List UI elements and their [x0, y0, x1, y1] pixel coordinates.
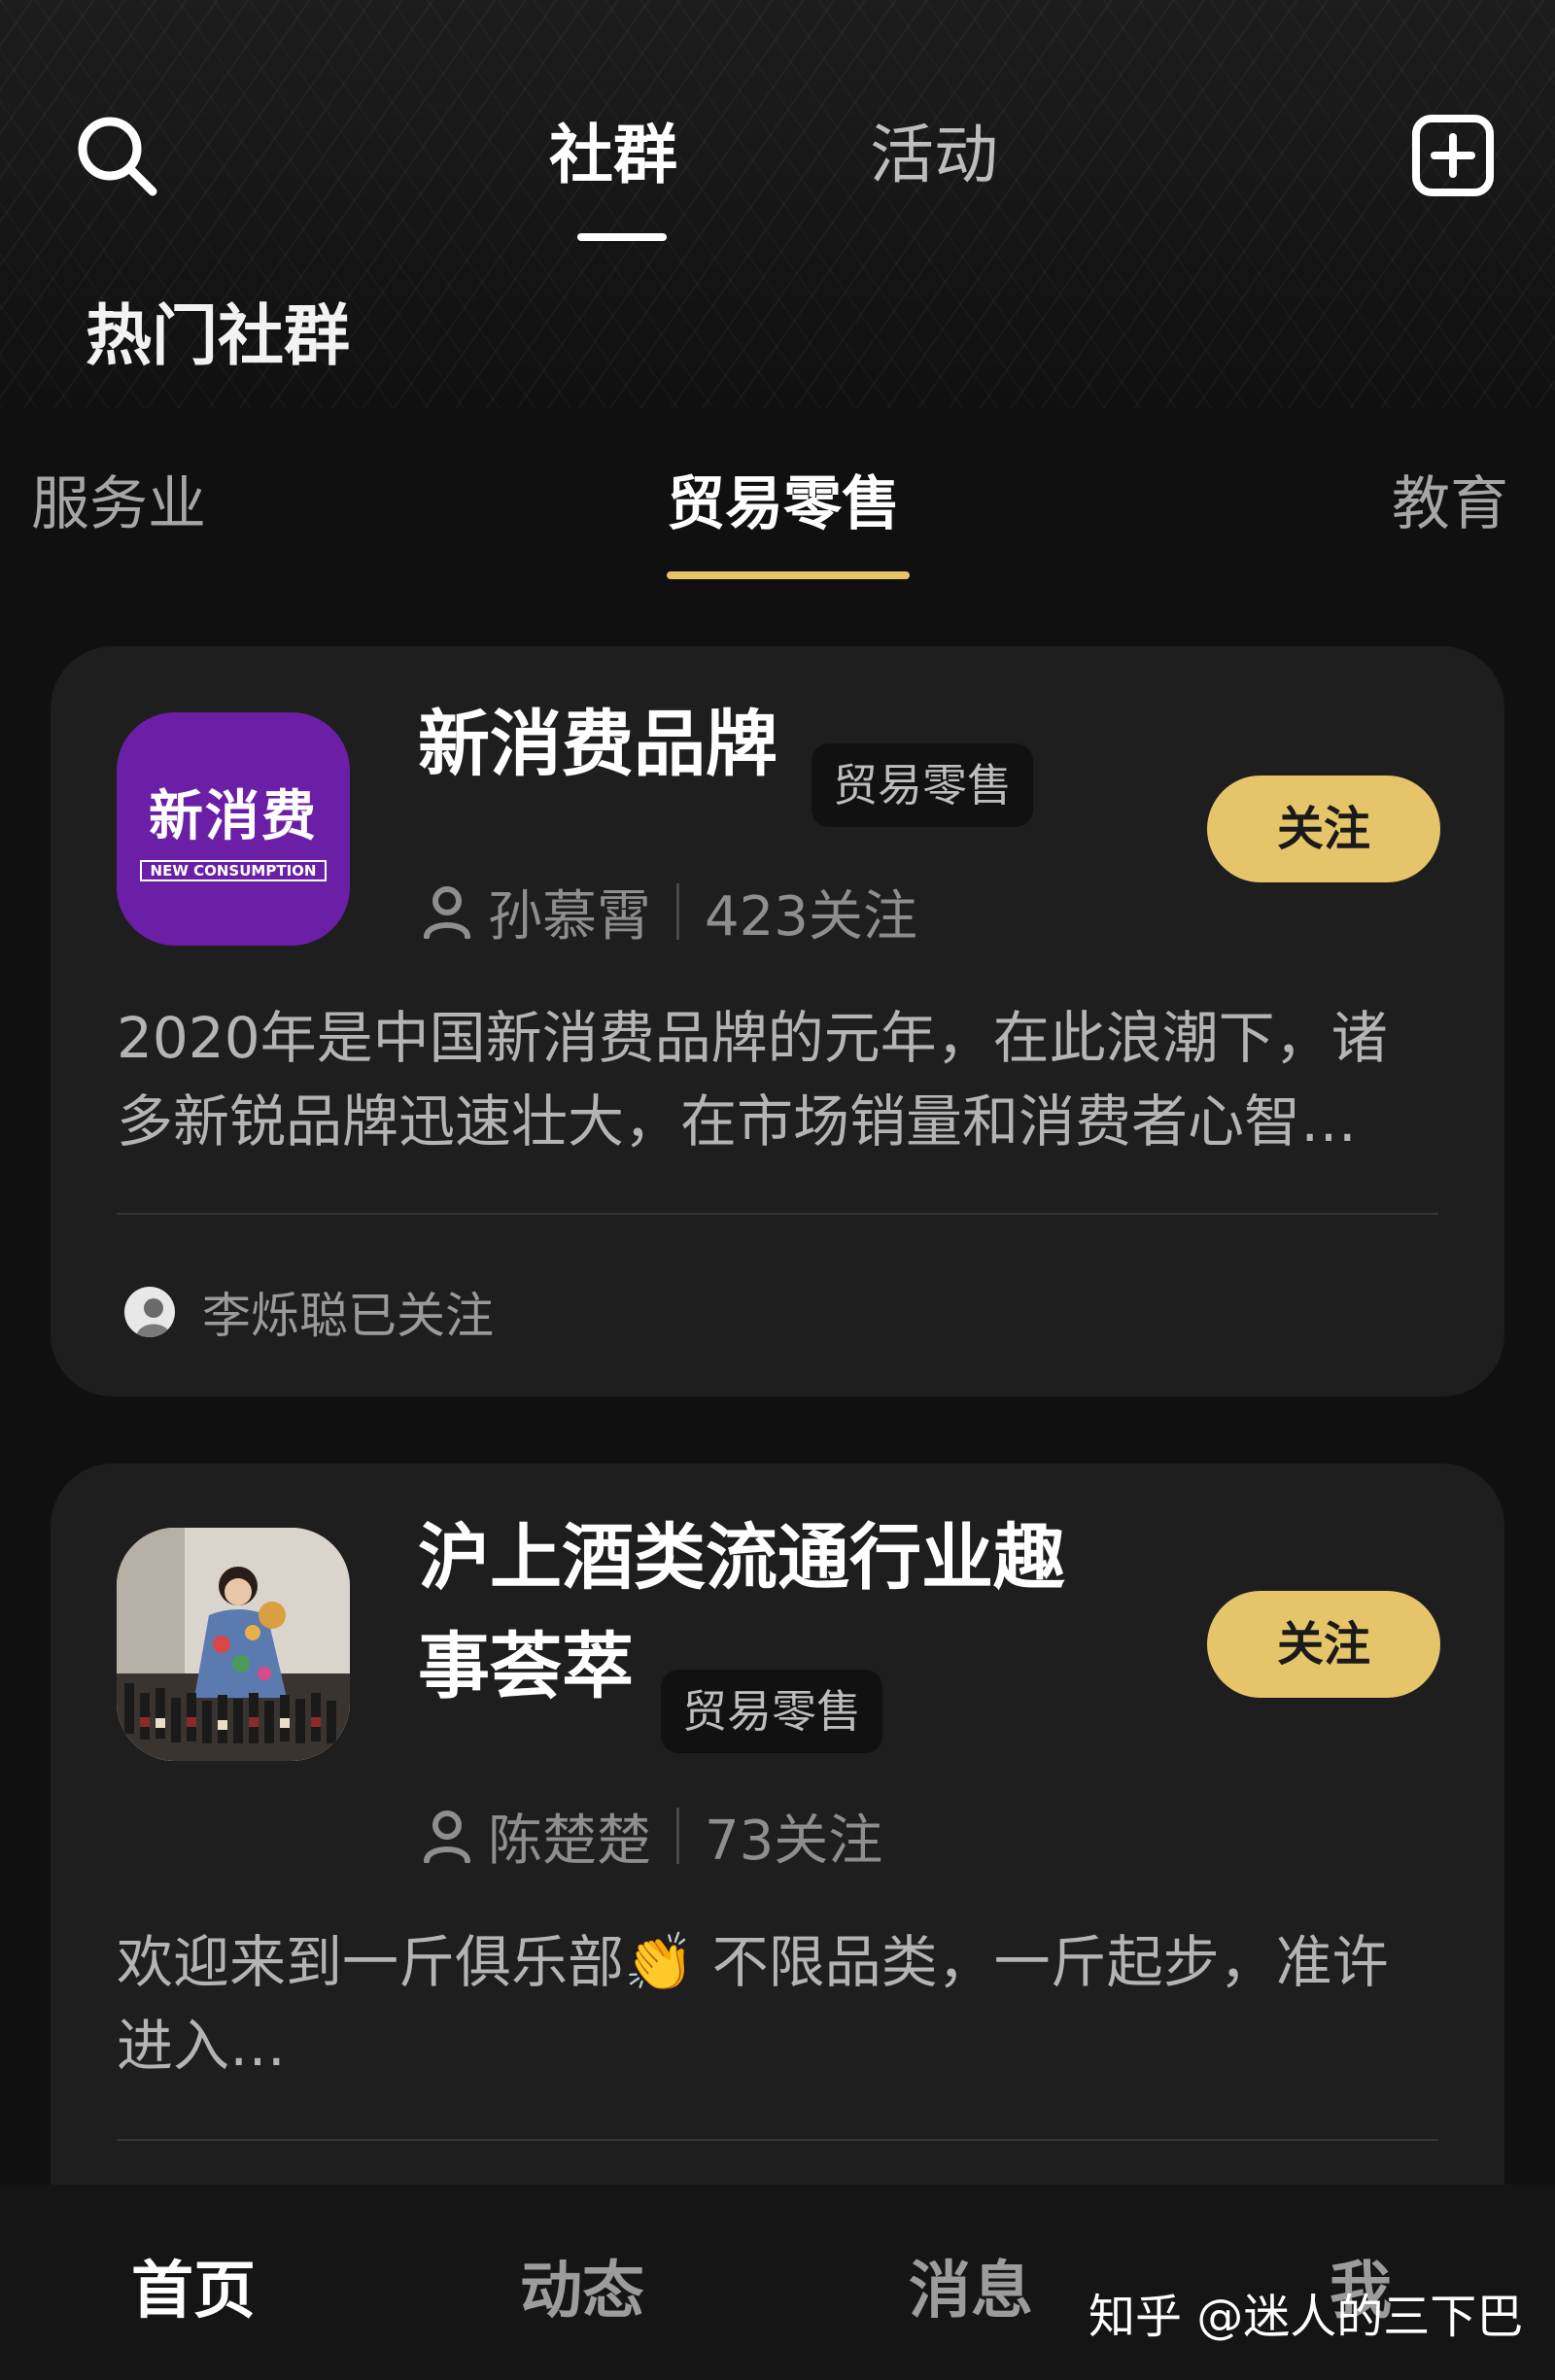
meta-divider: [676, 1808, 679, 1864]
followed-by-text: 李烁聪已关注: [202, 1288, 494, 1344]
category-tab-education[interactable]: 教育: [1392, 457, 1508, 541]
card-divider: [117, 1213, 1438, 1215]
description-line: 2020年是中国新消费品牌的元年，在此浪潮下，诸: [117, 1005, 1388, 1071]
logo-subtext: NEW CONSUMPTION: [140, 860, 327, 881]
category-tag: 贸易零售: [661, 1670, 882, 1753]
follower-count: 423关注: [705, 884, 917, 949]
tab-activity[interactable]: 活动: [870, 107, 998, 204]
user-icon: [418, 882, 476, 941]
community-meta: 孙慕霄 423关注: [418, 878, 917, 949]
community-description: 2020年是中国新消费品牌的元年，在此浪潮下，诸 多新锐品牌迅速壮大，在市场销量…: [117, 996, 1477, 1163]
community-card[interactable]: 新消费 NEW CONSUMPTION 新消费品牌 贸易零售 关注 孙慕霄 42…: [51, 646, 1504, 1397]
nav-messages[interactable]: 消息: [909, 2241, 1033, 2330]
follow-button[interactable]: 关注: [1207, 1591, 1440, 1698]
community-description: 欢迎来到一斤俱乐部👏 不限品类，一斤起步，准许 进入…: [117, 1920, 1477, 2087]
category-tab-indicator: [667, 571, 910, 579]
section-title: 热门社群: [86, 298, 351, 375]
user-icon: [418, 1807, 476, 1865]
follow-button[interactable]: 关注: [1207, 776, 1440, 882]
owner-name: 孙慕霄: [488, 884, 651, 949]
tab-community[interactable]: 社群: [549, 107, 677, 204]
follower-count: 73关注: [705, 1809, 883, 1873]
community-name: 沪上酒类流通行业趣: [418, 1516, 1065, 1600]
avatar: [124, 1287, 175, 1337]
search-icon: [78, 117, 157, 196]
active-tab-indicator: [577, 233, 667, 241]
logo-text: 新消费: [149, 785, 318, 848]
community-avatar: [117, 1528, 350, 1761]
create-button[interactable]: [1404, 107, 1502, 204]
community-name: 事荟萃: [418, 1625, 634, 1708]
category-tag: 贸易零售: [812, 743, 1033, 827]
category-tab-trade-retail[interactable]: 贸易零售: [667, 457, 900, 541]
description-line: 欢迎来到一斤俱乐部👏 不限品类，一斤起步，准许: [117, 1929, 1389, 1995]
community-name: 新消费品牌: [418, 703, 778, 786]
category-tab-service[interactable]: 服务业: [31, 457, 206, 541]
nav-home[interactable]: 首页: [131, 2241, 256, 2330]
description-line: 多新锐品牌迅速壮大，在市场销量和消费者心智…: [117, 1088, 1358, 1155]
watermark: 知乎 @迷人的三下巴: [1088, 2290, 1524, 2344]
followed-by-row: 李烁聪已关注: [124, 1278, 494, 1346]
add-square-icon: [1412, 115, 1494, 196]
owner-name: 陈楚楚: [488, 1809, 651, 1873]
nav-feed[interactable]: 动态: [520, 2241, 644, 2330]
community-logo: 新消费 NEW CONSUMPTION: [117, 712, 350, 946]
description-line: 进入…: [117, 2013, 287, 2079]
top-bar: 社群 活动: [0, 87, 1555, 241]
app-screen: 社群 活动 热门社群 服务业 贸易零售 教育 新消费 NEW CONSUMPTI…: [0, 0, 1555, 2380]
meta-divider: [676, 883, 679, 940]
search-button[interactable]: [68, 107, 165, 204]
card-divider: [117, 2139, 1438, 2141]
community-meta: 陈楚楚 73关注: [418, 1802, 882, 1873]
